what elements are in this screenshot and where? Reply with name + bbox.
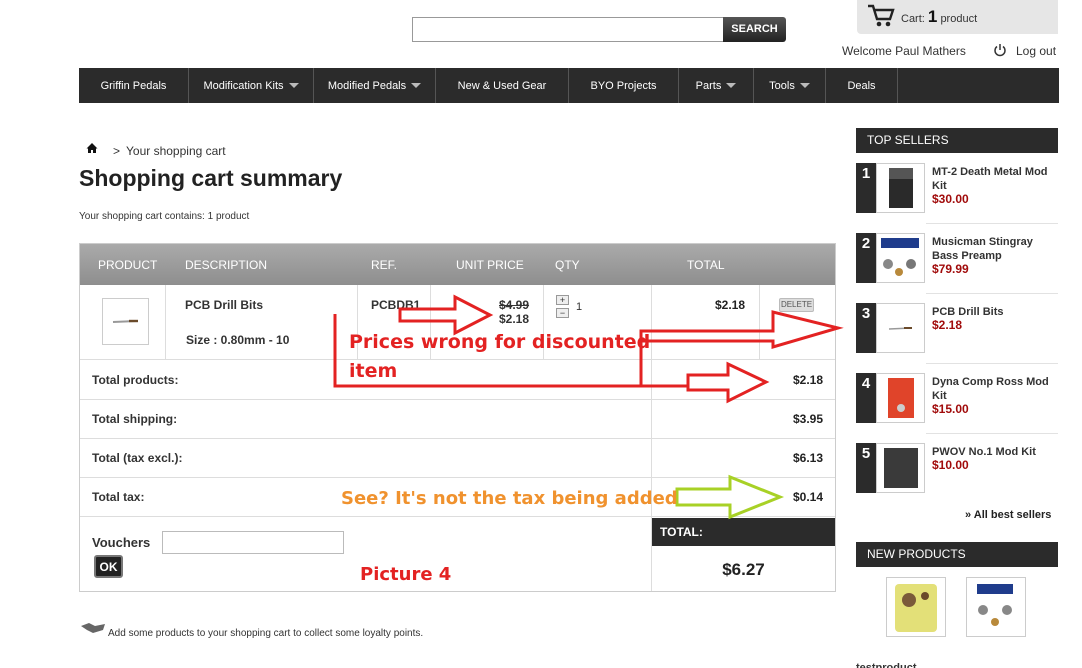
product-thumbnail[interactable]	[876, 373, 925, 423]
top-seller-name[interactable]: MT-2 Death Metal Mod Kit	[932, 165, 1062, 193]
new-product-thumbnail[interactable]	[886, 577, 946, 637]
new-products-header: NEW PRODUCTS	[856, 542, 1058, 567]
top-seller-name[interactable]: PWOV No.1 Mod Kit	[932, 445, 1062, 459]
top-seller-name[interactable]: PCB Drill Bits	[932, 305, 1062, 319]
pedal-image	[888, 378, 914, 418]
pedal-image	[889, 168, 913, 208]
drill-bit-image	[888, 327, 912, 330]
top-seller-name[interactable]: Musicman Stingray Bass Preamp	[932, 235, 1062, 263]
drive-pedal-image	[895, 584, 937, 632]
rank-badge: 1	[856, 163, 876, 213]
top-seller-price: $10.00	[932, 458, 969, 472]
all-best-sellers-link[interactable]: » All best sellers	[965, 509, 1051, 521]
top-seller-price: $2.18	[932, 318, 963, 332]
product-thumbnail[interactable]	[876, 443, 925, 493]
rank-badge: 5	[856, 443, 876, 493]
top-sellers-header: TOP SELLERS	[856, 128, 1058, 153]
product-thumbnail[interactable]	[876, 233, 925, 283]
annotation-tax-note: See? It's not the tax being added	[341, 488, 678, 509]
preamp-parts-image	[977, 584, 1013, 626]
top-seller-price: $30.00	[932, 192, 969, 206]
product-thumbnail[interactable]	[876, 303, 925, 353]
new-product-thumbnail[interactable]	[966, 577, 1026, 637]
product-thumbnail[interactable]	[876, 163, 925, 213]
top-seller-price: $79.99	[932, 262, 969, 276]
rank-badge: 3	[856, 303, 876, 353]
top-seller-price: $15.00	[932, 402, 969, 416]
new-product-name[interactable]: testproduct	[856, 662, 917, 668]
green-arrow-to-tax	[675, 474, 785, 520]
annotation-prices-wrong: Prices wrong for discounted item	[349, 331, 651, 382]
top-seller-name[interactable]: Dyna Comp Ross Mod Kit	[932, 375, 1062, 403]
top-seller-item[interactable]: 5 PWOV No.1 Mod Kit $10.00	[856, 443, 1058, 513]
rank-badge: 2	[856, 233, 876, 283]
rank-badge: 4	[856, 373, 876, 423]
pedal-image	[884, 448, 918, 488]
annotation-picture-label: Picture 4	[360, 564, 452, 585]
preamp-parts-image	[881, 238, 919, 276]
